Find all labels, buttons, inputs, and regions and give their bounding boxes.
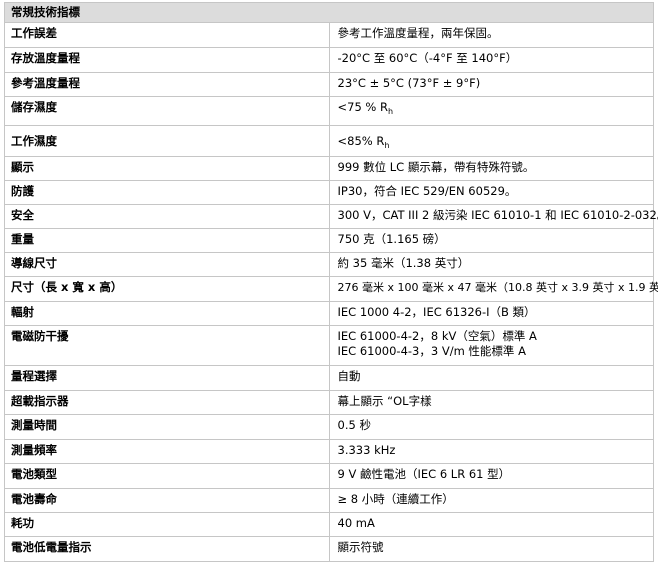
table-row: 測量頻率 3.333 kHz [4, 439, 654, 464]
spec-table: 常規技術指標 工作誤差 參考工作溫度量程，兩年保固。 存放溫度量程 -20°C … [4, 2, 658, 562]
spec-value-text: IEC 1000 4-2，IEC 61326-I（B 類） [337, 305, 536, 319]
table-row: 測量時間 0.5 秒 [4, 414, 654, 440]
spec-value: 40 mA [328, 512, 654, 537]
spec-value-text: IEC 61000-4-2，8 kV（空氣）標準 A [337, 329, 537, 343]
table-row: 電池低電量指示 顯示符號 [4, 536, 654, 562]
spec-value: 999 數位 LC 顯示幕，帶有特殊符號。 [328, 156, 654, 181]
spec-label: 輻射 [4, 301, 330, 326]
spec-value-text: -20°C 至 60°C（-4°F 至 140°F） [337, 51, 518, 65]
table-row: 尺寸（長 x 寬 x 高） 276 毫米 x 100 毫米 x 47 毫米（10… [4, 276, 658, 302]
spec-value: IP30，符合 IEC 529/EN 60529。 [328, 180, 654, 205]
spec-label: 電池低電量指示 [4, 536, 330, 562]
table-row: 電池類型 9 V 鹼性電池（IEC 6 LR 61 型） [4, 463, 654, 489]
spec-label: 測量頻率 [4, 439, 330, 464]
table-row: 顯示 999 數位 LC 顯示幕，帶有特殊符號。 [4, 156, 654, 181]
spec-label: 存放溫度量程 [4, 47, 330, 73]
spec-value-text: 300 V，CAT III 2 級污染 IEC 61010-1 和 IEC 61… [337, 208, 658, 222]
spec-value: -20°C 至 60°C（-4°F 至 140°F） [328, 47, 654, 73]
table-row: 儲存濕度 <75 % Rh [4, 96, 654, 126]
spec-value-text: 23°C ± 5°C (73°F ± 9°F) [337, 76, 481, 90]
spec-value: 0.5 秒 [328, 414, 654, 440]
table-row: 工作濕度 <85% Rh [4, 125, 654, 157]
spec-label: 參考溫度量程 [4, 72, 330, 97]
spec-value-text-line2: IEC 61000-4-3，3 V/m 性能標準 A [337, 344, 526, 358]
table-row: 重量 750 克（1.165 磅） [4, 228, 654, 253]
table-row: 耗功 40 mA [4, 512, 654, 537]
spec-value: 顯示符號 [328, 536, 654, 562]
table-row: 導線尺寸 約 35 毫米（1.38 英寸） [4, 252, 654, 277]
spec-label: 防護 [4, 180, 330, 205]
spec-label: 量程選擇 [4, 365, 330, 391]
table-header-row: 常規技術指標 [4, 2, 654, 23]
spec-value-text: 0.5 秒 [337, 418, 371, 432]
spec-label: 導線尺寸 [4, 252, 330, 277]
spec-value: 自動 [328, 365, 654, 391]
table-row: 量程選擇 自動 [4, 365, 654, 391]
spec-value-text: 幕上顯示 “OL字樣 [337, 394, 432, 408]
spec-value: 23°C ± 5°C (73°F ± 9°F) [328, 72, 654, 97]
spec-label: 耗功 [4, 512, 330, 537]
spec-value-subscript: h [384, 141, 390, 150]
table-row: 電池壽命 ≥ 8 小時（連續工作） [4, 488, 654, 513]
spec-value: 750 克（1.165 磅） [328, 228, 654, 253]
spec-value-text: 顯示符號 [337, 540, 384, 554]
table-row: 工作誤差 參考工作溫度量程，兩年保固。 [4, 22, 654, 48]
spec-value-text: ≥ 8 小時（連續工作） [337, 492, 454, 506]
spec-value: IEC 1000 4-2，IEC 61326-I（B 類） [328, 301, 654, 326]
spec-label: 電池壽命 [4, 488, 330, 513]
spec-value: <85% Rh [328, 125, 654, 157]
spec-label: 電池類型 [4, 463, 330, 489]
spec-value-subscript: h [388, 107, 394, 116]
spec-value: 參考工作溫度量程，兩年保固。 [328, 22, 654, 48]
spec-value: 276 毫米 x 100 毫米 x 47 毫米（10.8 英寸 x 3.9 英寸… [328, 276, 658, 302]
spec-value: 幕上顯示 “OL字樣 [328, 390, 654, 415]
spec-label: 重量 [4, 228, 330, 253]
spec-label: 超載指示器 [4, 390, 330, 415]
spec-value: <75 % Rh [328, 96, 654, 126]
spec-value: IEC 61000-4-2，8 kV（空氣）標準 A IEC 61000-4-3… [328, 325, 654, 366]
spec-label: 安全 [4, 204, 330, 229]
spec-value: 約 35 毫米（1.38 英寸） [328, 252, 654, 277]
spec-label: 顯示 [4, 156, 330, 181]
spec-label: 測量時間 [4, 414, 330, 440]
spec-value: ≥ 8 小時（連續工作） [328, 488, 654, 513]
spec-label: 工作誤差 [4, 22, 330, 48]
spec-value: 3.333 kHz [328, 439, 654, 464]
spec-label: 電磁防干擾 [4, 325, 330, 366]
spec-label: 儲存濕度 [4, 96, 330, 126]
spec-value-text: 3.333 kHz [337, 443, 396, 457]
spec-value-text: <75 % R [337, 100, 389, 114]
spec-value-text: 40 mA [337, 516, 375, 530]
spec-value-text: 9 V 鹼性電池（IEC 6 LR 61 型） [337, 467, 511, 481]
spec-value: 9 V 鹼性電池（IEC 6 LR 61 型） [328, 463, 654, 489]
spec-value-text: 999 數位 LC 顯示幕，帶有特殊符號。 [337, 160, 535, 174]
spec-value-text: 約 35 毫米（1.38 英寸） [337, 256, 470, 270]
spec-value-text: 750 克（1.165 磅） [337, 232, 446, 246]
table-row: 電磁防干擾 IEC 61000-4-2，8 kV（空氣）標準 A IEC 610… [4, 325, 654, 366]
table-row: 參考溫度量程 23°C ± 5°C (73°F ± 9°F) [4, 72, 654, 97]
spec-value-text: 參考工作溫度量程，兩年保固。 [337, 26, 499, 40]
table-row: 安全 300 V，CAT III 2 級污染 IEC 61010-1 和 IEC… [4, 204, 658, 229]
spec-value-text: 自動 [337, 369, 361, 383]
table-row: 防護 IP30，符合 IEC 529/EN 60529。 [4, 180, 654, 205]
table-row: 存放溫度量程 -20°C 至 60°C（-4°F 至 140°F） [4, 47, 654, 73]
table-title: 常規技術指標 [4, 2, 654, 23]
spec-value-text: 276 毫米 x 100 毫米 x 47 毫米（10.8 英寸 x 3.9 英寸… [337, 281, 658, 294]
spec-label: 工作濕度 [4, 125, 330, 157]
spec-value-text: IP30，符合 IEC 529/EN 60529。 [337, 184, 517, 198]
spec-value-text: <85% R [337, 134, 385, 148]
table-row: 輻射 IEC 1000 4-2，IEC 61326-I（B 類） [4, 301, 654, 326]
spec-label: 尺寸（長 x 寬 x 高） [4, 276, 330, 302]
spec-value: 300 V，CAT III 2 級污染 IEC 61010-1 和 IEC 61… [328, 204, 658, 229]
table-row: 超載指示器 幕上顯示 “OL字樣 [4, 390, 654, 415]
